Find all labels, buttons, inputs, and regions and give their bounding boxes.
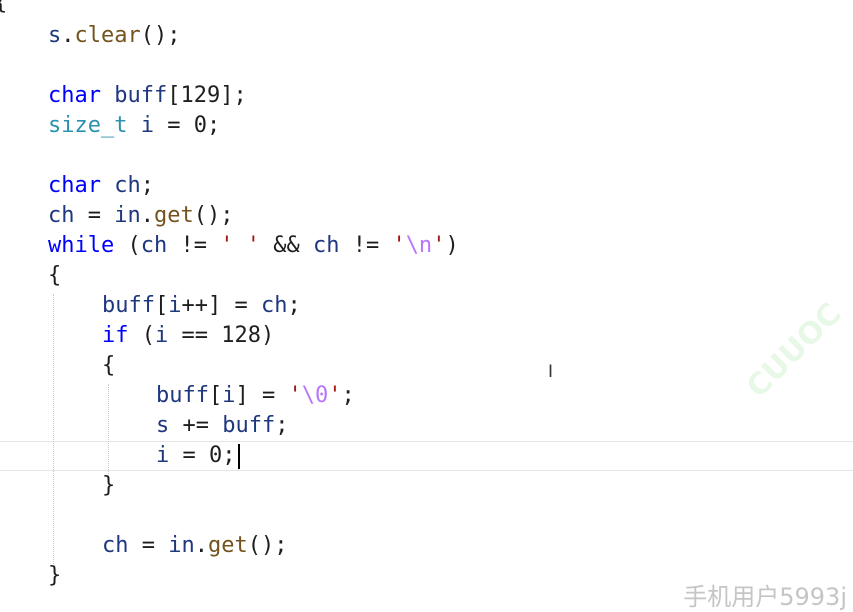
code-line[interactable]: s += buff;	[156, 411, 288, 441]
code-token: ch	[48, 203, 75, 228]
code-token: in	[168, 533, 195, 558]
code-token: get	[208, 533, 248, 558]
code-line[interactable]: size_t i = 0;	[48, 111, 220, 141]
code-line[interactable]: char buff[129];	[48, 81, 247, 111]
watermark: 手机用户5993j	[683, 583, 847, 611]
code-token: =	[74, 203, 115, 228]
code-token: ch	[260, 293, 288, 318]
code-token: '	[328, 383, 342, 408]
code-token: size_t	[48, 113, 128, 138]
code-token: .	[61, 23, 75, 48]
code-token: ' '	[220, 233, 260, 258]
code-token: clear	[74, 23, 141, 48]
code-token: [129];	[167, 83, 247, 108]
code-token: }	[102, 473, 116, 498]
code-token: ] =	[235, 383, 289, 408]
code-editor[interactable]: { s.clear();char buff[129];size_t i = 0;…	[0, 0, 853, 612]
ghost-watermark: CUUOC	[740, 296, 849, 405]
current-line-highlight	[0, 441, 853, 471]
code-token: [	[208, 383, 223, 408]
code-token: {	[48, 263, 62, 288]
code-token: ();	[193, 203, 234, 228]
code-token: .	[140, 203, 154, 228]
code-token: ch	[312, 233, 340, 258]
code-line[interactable]: i = 0;	[156, 441, 235, 471]
code-token: char	[48, 83, 101, 108]
code-token: buff	[222, 413, 276, 438]
code-token: s	[48, 23, 62, 48]
code-token: [	[154, 293, 169, 318]
code-token: ();	[140, 23, 181, 48]
code-token: =	[128, 533, 169, 558]
code-token: i	[222, 383, 236, 408]
code-line[interactable]: {	[48, 261, 61, 291]
code-token: ch	[114, 173, 141, 198]
code-line[interactable]: }	[48, 561, 61, 591]
code-line[interactable]: if (i == 128)	[102, 321, 274, 351]
code-line[interactable]: s.clear();	[48, 21, 180, 51]
code-token: char	[48, 173, 101, 198]
code-line[interactable]: buff[i++] = ch;	[102, 291, 301, 321]
code-token: i	[155, 323, 169, 348]
code-token: in	[114, 203, 141, 228]
code-token: !=	[167, 233, 221, 258]
indent-guide-inner	[108, 384, 109, 474]
code-token: buff	[156, 383, 209, 408]
code-token: {	[102, 353, 116, 378]
code-token: if	[102, 323, 129, 348]
code-token: = 0;	[153, 113, 221, 138]
code-token: &&	[259, 233, 313, 258]
cut-off-brace: {	[0, 0, 7, 15]
code-line[interactable]: }	[102, 471, 115, 501]
code-token: ;	[275, 413, 289, 438]
code-line[interactable]: ch = in.get();	[102, 531, 288, 561]
code-token: ;	[341, 383, 355, 408]
code-token: == 128)	[168, 323, 275, 348]
code-token: while	[48, 233, 115, 258]
code-token: '	[432, 233, 446, 258]
code-line[interactable]: {	[102, 351, 115, 381]
code-token: +=	[169, 413, 223, 438]
code-token: !=	[339, 233, 393, 258]
code-token: = 0;	[169, 443, 236, 468]
code-token: ;	[140, 173, 154, 198]
code-token: get	[154, 203, 194, 228]
code-token: ;	[287, 293, 301, 318]
code-token: ch	[140, 233, 168, 258]
code-token: ();	[247, 533, 288, 558]
code-token: \n	[405, 233, 433, 258]
code-line[interactable]: char ch;	[48, 171, 154, 201]
code-token: '	[288, 383, 302, 408]
code-token: (	[114, 233, 141, 258]
code-token: i	[140, 113, 154, 138]
code-token: i	[168, 293, 182, 318]
code-token: i	[156, 443, 170, 468]
indent-guide-outer	[53, 294, 54, 564]
text-caret-icon	[238, 444, 240, 469]
code-token: )	[445, 233, 459, 258]
code-token: ++] =	[181, 293, 261, 318]
code-token: (	[128, 323, 155, 348]
code-token: s	[156, 413, 170, 438]
code-token: '	[392, 233, 406, 258]
code-line[interactable]: while (ch != ' ' && ch != '\n')	[48, 231, 459, 261]
code-token: \0	[301, 383, 329, 408]
code-token: buff	[114, 83, 168, 108]
code-token: }	[48, 563, 62, 588]
code-line[interactable]: buff[i] = '\0';	[156, 381, 355, 411]
code-token: buff	[102, 293, 155, 318]
code-token: .	[194, 533, 208, 558]
ibeam-cursor-icon: I	[548, 362, 554, 382]
code-token: ch	[102, 533, 129, 558]
code-line[interactable]: ch = in.get();	[48, 201, 234, 231]
